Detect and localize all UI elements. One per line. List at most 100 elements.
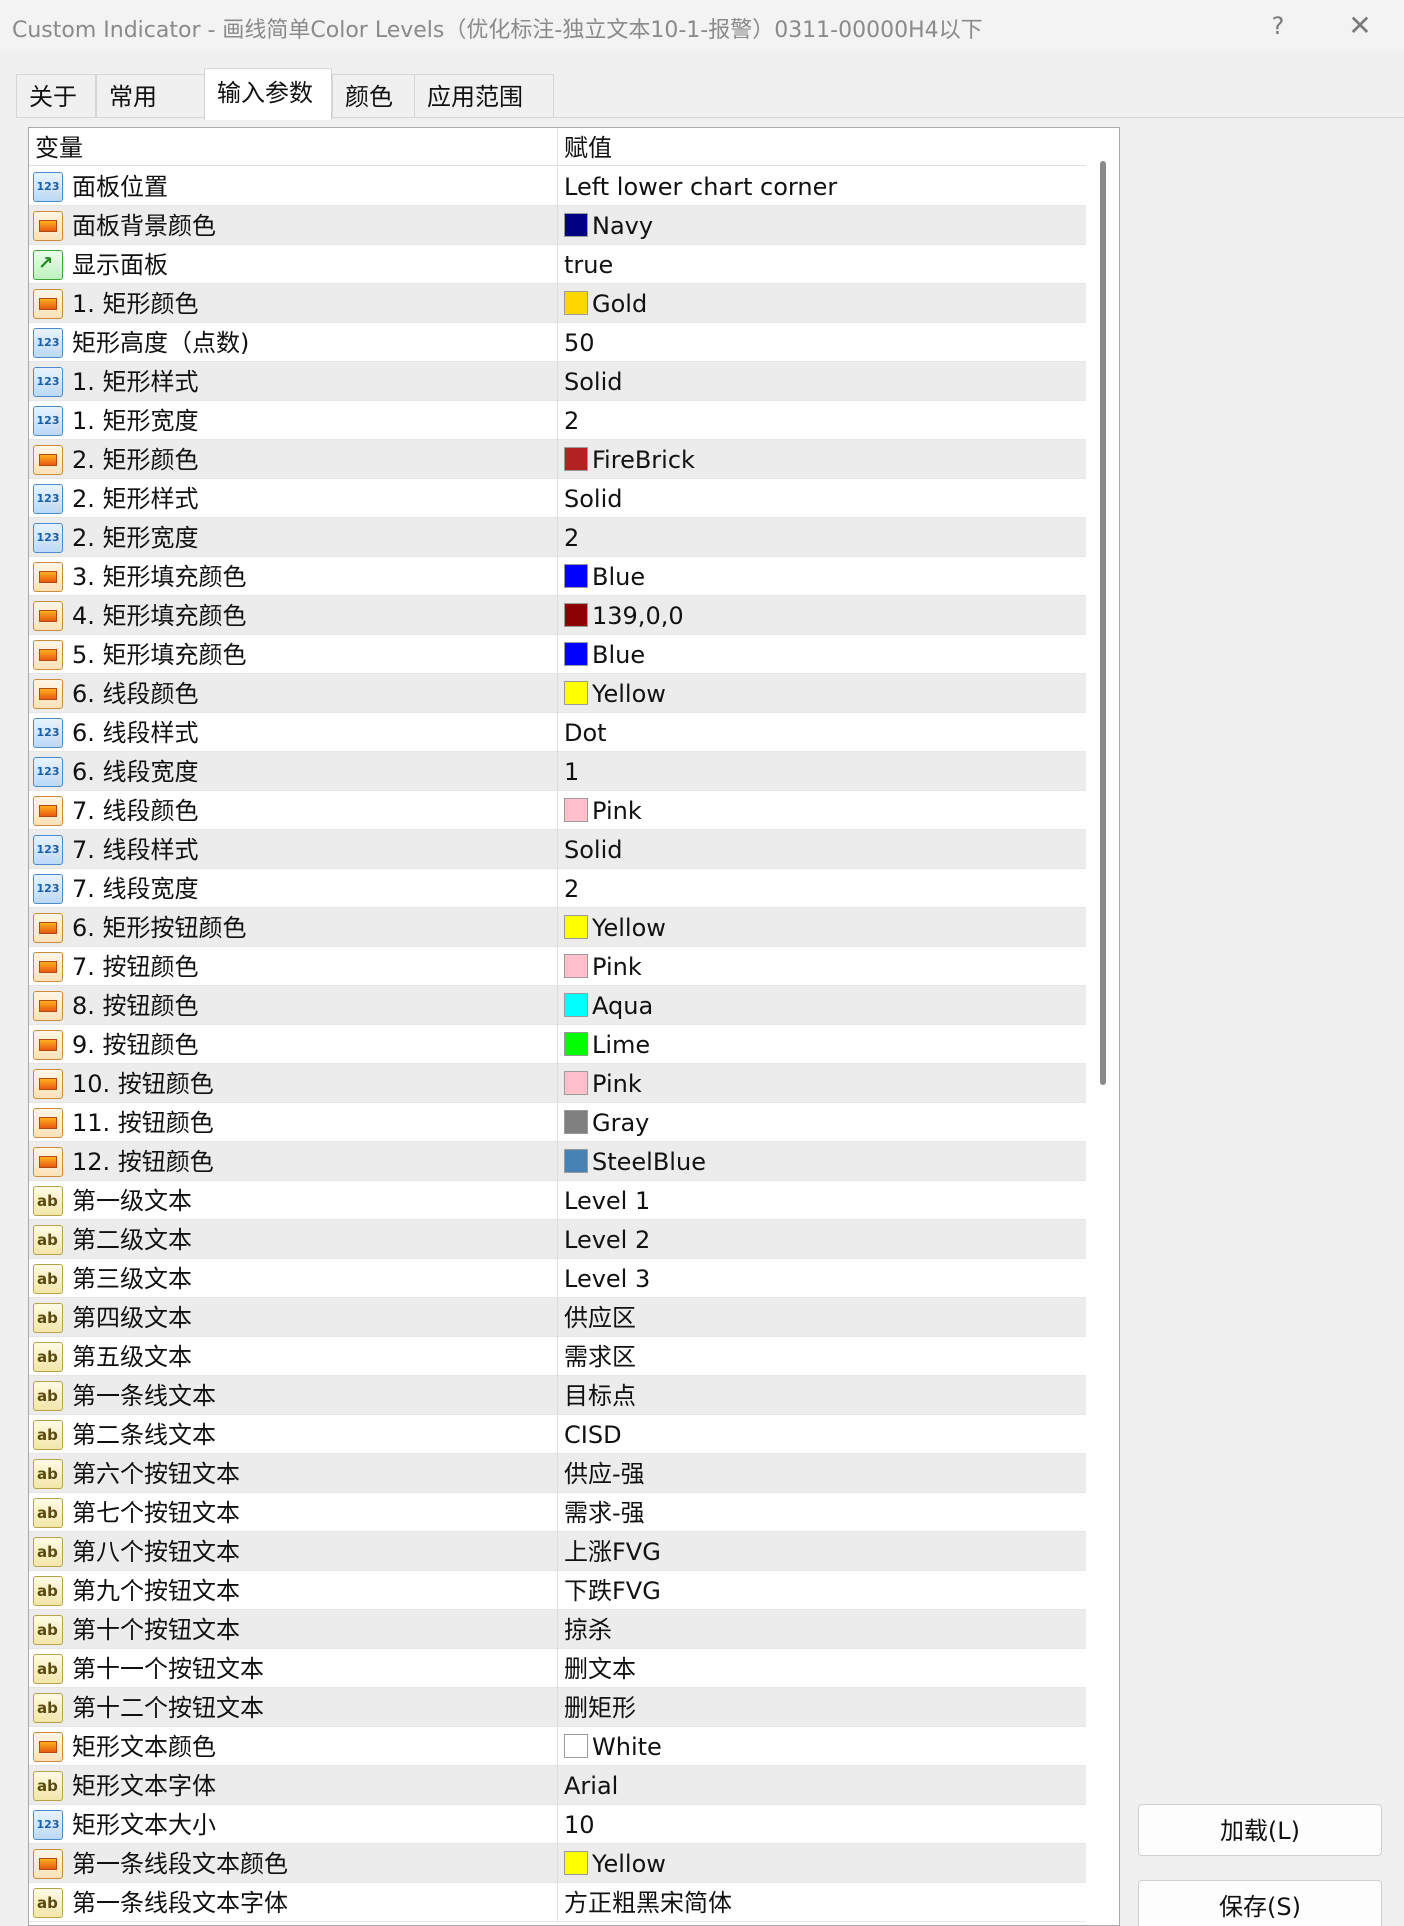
parameter-row[interactable]: 123 面板位置 Left lower chart corner [29,167,1086,206]
parameter-value[interactable]: 方正粗黑宋简体 [564,1883,732,1922]
parameter-value[interactable]: Solid [564,830,623,869]
parameter-row[interactable]: 123 2. 矩形宽度 2 [29,518,1086,557]
parameter-row[interactable]: 5. 矩形填充颜色 Blue [29,635,1086,674]
parameter-value[interactable]: Pink [564,947,642,986]
parameter-value[interactable]: 供应-强 [564,1454,645,1493]
parameter-row[interactable]: ab 第五级文本 需求区 [29,1337,1086,1376]
parameter-value[interactable]: 50 [564,323,595,362]
parameter-value[interactable]: Blue [564,557,645,596]
parameter-value[interactable]: 2 [564,518,579,557]
parameter-row[interactable]: 123 6. 线段宽度 1 [29,752,1086,791]
parameter-row[interactable]: ab 第九个按钮文本 下跌FVG [29,1571,1086,1610]
parameter-value[interactable]: Gold [564,284,647,323]
parameter-value[interactable]: 2 [564,869,579,908]
parameter-row[interactable]: 7. 按钮颜色 Pink [29,947,1086,986]
parameter-row[interactable]: 2. 矩形颜色 FireBrick [29,440,1086,479]
parameter-value[interactable]: 需求-强 [564,1493,645,1532]
parameter-value[interactable]: Lime [564,1025,650,1064]
parameter-row[interactable]: ab 第十个按钮文本 掠杀 [29,1610,1086,1649]
parameter-value[interactable]: 掠杀 [564,1610,612,1649]
parameter-value[interactable]: true [564,245,613,284]
parameter-value[interactable]: 供应区 [564,1298,636,1337]
parameter-value[interactable]: 10 [564,1805,595,1844]
parameter-value[interactable]: Pink [564,1064,642,1103]
help-button[interactable]: ? [1258,8,1298,44]
parameter-row[interactable]: ab 第一条线段文本字体 方正粗黑宋简体 [29,1883,1086,1922]
parameter-value[interactable]: Solid [564,362,623,401]
column-header-variable[interactable]: 变量 [35,128,83,166]
parameter-row[interactable]: ab 第七个按钮文本 需求-强 [29,1493,1086,1532]
parameter-row[interactable]: 矩形文本颜色 White [29,1727,1086,1766]
parameter-row[interactable]: ab 第二条线文本 CISD [29,1415,1086,1454]
parameter-row[interactable]: 8. 按钮颜色 Aqua [29,986,1086,1025]
parameter-row[interactable]: ab 第八个按钮文本 上涨FVG [29,1532,1086,1571]
parameter-row[interactable]: ab 第一条线文本 目标点 [29,1376,1086,1415]
parameter-value[interactable]: 需求区 [564,1337,636,1376]
parameter-row[interactable]: ↗ 显示面板 true [29,245,1086,284]
parameter-row[interactable]: 11. 按钮颜色 Gray [29,1103,1086,1142]
tab-inputs[interactable]: 输入参数 [204,68,332,120]
parameter-row[interactable]: ab 第十二个按钮文本 删矩形 [29,1688,1086,1727]
parameter-row[interactable]: 3. 矩形填充颜色 Blue [29,557,1086,596]
parameter-row[interactable]: 123 7. 线段样式 Solid [29,830,1086,869]
parameter-value[interactable]: Level 1 [564,1181,650,1220]
parameter-row[interactable]: ab 第一级文本 Level 1 [29,1181,1086,1220]
parameter-value[interactable]: Yellow [564,674,666,713]
parameter-value[interactable]: Blue [564,635,645,674]
parameter-value[interactable]: 139,0,0 [564,596,684,635]
parameter-row[interactable]: 123 矩形文本大小 10 [29,1805,1086,1844]
parameter-value[interactable]: SteelBlue [564,1142,706,1181]
parameter-row[interactable]: ab 第六个按钮文本 供应-强 [29,1454,1086,1493]
parameter-row[interactable]: 123 1. 矩形样式 Solid [29,362,1086,401]
parameter-row[interactable]: ab 第十一个按钮文本 删文本 [29,1649,1086,1688]
parameter-row[interactable]: 123 2. 矩形样式 Solid [29,479,1086,518]
tab-scope[interactable]: 应用范围 [414,74,554,118]
parameter-row[interactable]: 10. 按钮颜色 Pink [29,1064,1086,1103]
parameter-row[interactable]: 6. 矩形按钮颜色 Yellow [29,908,1086,947]
parameter-value[interactable]: Level 2 [564,1220,650,1259]
save-button[interactable]: 保存(S) [1138,1880,1382,1926]
parameter-row[interactable]: 7. 线段颜色 Pink [29,791,1086,830]
load-button[interactable]: 加载(L) [1138,1804,1382,1856]
parameter-value[interactable]: White [564,1727,662,1766]
parameter-value[interactable]: Dot [564,713,607,752]
parameter-row[interactable]: 4. 矩形填充颜色 139,0,0 [29,596,1086,635]
parameter-value[interactable]: Left lower chart corner [564,167,837,206]
parameter-value[interactable]: 下跌FVG [564,1571,661,1610]
parameter-row[interactable]: ab 第四级文本 供应区 [29,1298,1086,1337]
parameter-value[interactable]: 删矩形 [564,1688,636,1727]
parameter-value[interactable]: Yellow [564,908,666,947]
parameter-value[interactable]: 2 [564,401,579,440]
parameter-value[interactable]: 目标点 [564,1376,636,1415]
parameter-value[interactable]: Solid [564,479,623,518]
parameter-value[interactable]: Level 3 [564,1259,650,1298]
parameter-value[interactable]: 1 [564,752,579,791]
parameter-value[interactable]: Navy [564,206,653,245]
tab-about[interactable]: 关于 [16,74,96,118]
parameter-row[interactable]: 面板背景颜色 Navy [29,206,1086,245]
parameter-value[interactable]: Yellow [564,1844,666,1883]
parameter-value[interactable]: Arial [564,1766,618,1805]
parameter-value[interactable]: Pink [564,791,642,830]
parameter-value[interactable]: FireBrick [564,440,695,479]
parameter-row[interactable]: 123 1. 矩形宽度 2 [29,401,1086,440]
parameter-value[interactable]: Gray [564,1103,649,1142]
parameter-value[interactable]: CISD [564,1415,622,1454]
scrollbar-thumb[interactable] [1100,161,1106,1085]
parameter-row[interactable]: 9. 按钮颜色 Lime [29,1025,1086,1064]
parameter-row[interactable]: 1. 矩形颜色 Gold [29,284,1086,323]
parameter-value[interactable]: Aqua [564,986,653,1025]
parameter-row[interactable]: ab 第二级文本 Level 2 [29,1220,1086,1259]
parameter-row[interactable]: 123 矩形高度（点数) 50 [29,323,1086,362]
column-divider[interactable] [557,128,558,166]
parameter-row[interactable]: ab 矩形文本字体 Arial [29,1766,1086,1805]
parameter-row[interactable]: 123 6. 线段样式 Dot [29,713,1086,752]
parameter-row[interactable]: 12. 按钮颜色 SteelBlue [29,1142,1086,1181]
close-button[interactable]: ✕ [1340,8,1380,44]
parameter-value[interactable]: 删文本 [564,1649,636,1688]
parameter-row[interactable]: ab 第三级文本 Level 3 [29,1259,1086,1298]
parameter-value[interactable]: 上涨FVG [564,1532,661,1571]
vertical-scrollbar[interactable] [1086,128,1119,1925]
parameter-row[interactable]: 6. 线段颜色 Yellow [29,674,1086,713]
parameter-row[interactable]: 第一条线段文本颜色 Yellow [29,1844,1086,1883]
